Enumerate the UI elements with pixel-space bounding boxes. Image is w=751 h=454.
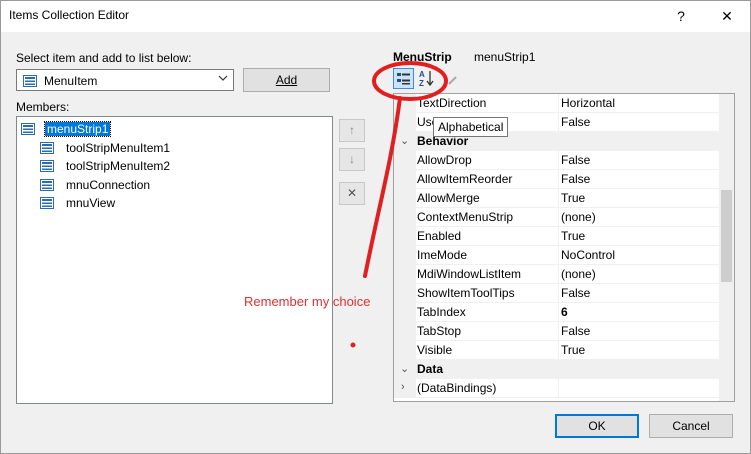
annotation-text: Remember my choice xyxy=(244,294,371,309)
cancel-button[interactable]: Cancel xyxy=(649,414,733,438)
annotation-overlay xyxy=(350,61,448,348)
ok-button[interactable]: OK xyxy=(555,414,639,438)
ok-button-label: OK xyxy=(588,419,606,433)
annotation-line xyxy=(363,96,402,278)
annotation-circle xyxy=(372,61,448,101)
cancel-button-label: Cancel xyxy=(672,419,710,433)
annotation-dot xyxy=(350,342,356,348)
